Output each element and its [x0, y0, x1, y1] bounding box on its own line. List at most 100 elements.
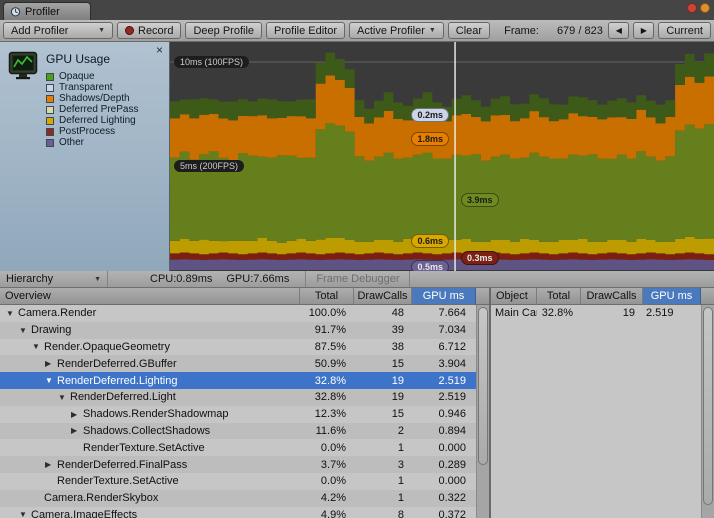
gpu-chart[interactable]: 10ms (100FPS)5ms (200FPS)0.2ms1.8ms3.9ms…	[170, 42, 714, 271]
hierarchy-dropdown[interactable]: Hierarchy ▼	[0, 271, 108, 287]
tree-collapsed-arrow-icon[interactable]: ▶	[45, 359, 57, 368]
column-header-object[interactable]: Object	[491, 288, 537, 305]
legend-items: OpaqueTransparentShadows/DepthDeferred P…	[46, 71, 138, 148]
tree-collapsed-arrow-icon[interactable]: ▶	[71, 410, 83, 419]
tree-collapsed-arrow-icon[interactable]: ▶	[71, 426, 83, 435]
gpums-cell: 7.664	[412, 307, 476, 319]
total-cell: 11.6%	[300, 425, 354, 437]
drawcalls-cell: 2	[354, 425, 412, 437]
tree-collapsed-arrow-icon[interactable]: ▶	[45, 460, 57, 469]
total-cell: 12.3%	[300, 408, 354, 420]
frame-stats: CPU:0.89ms GPU:7.66ms	[150, 273, 289, 285]
legend-item-other[interactable]: Other	[46, 137, 138, 148]
overview-header: OverviewTotalDrawCallsGPU ms	[0, 288, 476, 305]
scrollbar-thumb[interactable]	[478, 307, 488, 465]
tree-row[interactable]: ▼Drawing91.7%397.034	[0, 322, 476, 339]
scrollbar-thumb[interactable]	[703, 307, 713, 505]
tree-row[interactable]: RenderTexture.SetActive0.0%10.000	[0, 439, 476, 456]
legend-item-shadows-depth[interactable]: Shadows/Depth	[46, 93, 138, 104]
column-header-gpu-ms[interactable]: GPU ms	[643, 288, 701, 305]
total-cell: 0.0%	[300, 442, 354, 454]
column-header-drawcalls[interactable]: DrawCalls	[354, 288, 412, 305]
profile-editor-label: Profile Editor	[274, 25, 337, 37]
close-icon[interactable]: ×	[156, 43, 163, 57]
legend-label: Shadows/Depth	[59, 93, 130, 104]
column-header-total[interactable]: Total	[300, 288, 354, 305]
row-label-cell: ▶Shadows.CollectShadows	[0, 425, 300, 437]
next-frame-button[interactable]: ▶	[633, 22, 654, 39]
chart-series-other	[170, 259, 714, 270]
gpu-time: GPU:7.66ms	[226, 273, 289, 285]
deep-profile-button[interactable]: Deep Profile	[185, 22, 262, 39]
legend-label: Deferred Lighting	[59, 115, 136, 126]
prev-frame-button[interactable]: ◀	[608, 22, 629, 39]
clear-button[interactable]: Clear	[448, 22, 490, 39]
chevron-down-icon: ▼	[94, 276, 101, 283]
drawcalls-cell: 19	[354, 391, 412, 403]
active-profiler-dropdown[interactable]: Active Profiler ▼	[349, 22, 444, 39]
tree-expanded-arrow-icon[interactable]: ▼	[45, 376, 57, 385]
object-header: ObjectTotalDrawCallsGPU ms	[491, 288, 701, 305]
tree-row[interactable]: ▶RenderDeferred.FinalPass3.7%30.289	[0, 456, 476, 473]
tree-row[interactable]: ▶RenderDeferred.GBuffer50.9%153.904	[0, 355, 476, 372]
column-header-gpu-ms[interactable]: GPU ms	[412, 288, 476, 305]
column-header-overview[interactable]: Overview	[0, 288, 300, 305]
tree-row[interactable]: ▼Camera.Render100.0%487.664	[0, 305, 476, 322]
tree-row[interactable]: ▶Shadows.CollectShadows11.6%20.894	[0, 423, 476, 440]
window-dot-red-icon[interactable]	[687, 3, 697, 13]
add-profiler-dropdown[interactable]: Add Profiler ▼	[3, 22, 113, 39]
legend-item-transparent[interactable]: Transparent	[46, 82, 138, 93]
column-header-total[interactable]: Total	[537, 288, 581, 305]
tab-profiler[interactable]: Profiler	[3, 2, 91, 20]
legend-item-deferred-lighting[interactable]: Deferred Lighting	[46, 115, 138, 126]
tree-row[interactable]: ▼Render.OpaqueGeometry87.5%386.712	[0, 339, 476, 356]
gpu-chart-svg	[170, 42, 714, 271]
window-dot-orange-icon[interactable]	[700, 3, 710, 13]
column-header-drawcalls[interactable]: DrawCalls	[581, 288, 643, 305]
total-cell: 3.7%	[300, 459, 354, 471]
drawcalls-cell: 19	[581, 307, 643, 319]
tree-expanded-arrow-icon[interactable]: ▼	[6, 309, 18, 318]
tree-row[interactable]: ▼RenderDeferred.Lighting32.8%192.519	[0, 372, 476, 389]
legend-item-deferred-prepass[interactable]: Deferred PrePass	[46, 104, 138, 115]
tree-expanded-arrow-icon[interactable]: ▼	[32, 342, 44, 351]
drawcalls-cell: 1	[354, 492, 412, 504]
total-cell: 0.0%	[300, 475, 354, 487]
total-cell: 87.5%	[300, 341, 354, 353]
tree-row[interactable]: ▶Shadows.RenderShadowmap12.3%150.946	[0, 406, 476, 423]
record-button[interactable]: Record	[117, 22, 181, 39]
profile-editor-button[interactable]: Profile Editor	[266, 22, 345, 39]
row-label-cell: ▶RenderDeferred.FinalPass	[0, 459, 300, 471]
scrollbar-cap	[701, 288, 714, 305]
tab-label: Profiler	[25, 6, 60, 18]
tree-expanded-arrow-icon[interactable]: ▼	[19, 326, 31, 335]
tree-row[interactable]: ▼Camera.ImageEffects4.9%80.372	[0, 507, 476, 518]
tree-row[interactable]: ▼RenderDeferred.Light32.8%192.519	[0, 389, 476, 406]
row-label-cell: ▼Render.OpaqueGeometry	[0, 341, 300, 353]
legend-swatch	[46, 84, 54, 92]
drawcalls-cell: 1	[354, 475, 412, 487]
hierarchy-label: Hierarchy	[6, 273, 53, 285]
legend-item-opaque[interactable]: Opaque	[46, 71, 138, 82]
frame-debugger-button[interactable]: Frame Debugger	[305, 271, 410, 287]
gpums-cell: 0.322	[412, 492, 476, 504]
object-scrollbar[interactable]	[701, 305, 714, 518]
row-label: RenderTexture.SetActive	[57, 475, 179, 487]
drawcalls-cell: 15	[354, 358, 412, 370]
legend-label: Deferred PrePass	[59, 104, 138, 115]
drawcalls-cell: 15	[354, 408, 412, 420]
drawcalls-cell: 3	[354, 459, 412, 471]
drawcalls-cell: 1	[354, 442, 412, 454]
tree-row[interactable]: RenderTexture.SetActive0.0%10.000	[0, 473, 476, 490]
deep-profile-label: Deep Profile	[193, 25, 254, 37]
current-frame-button[interactable]: Current	[658, 22, 711, 39]
overview-scrollbar[interactable]	[476, 305, 489, 518]
row-label-cell: RenderTexture.SetActive	[0, 475, 300, 487]
tree-row[interactable]: Camera.RenderSkybox4.2%10.322	[0, 490, 476, 507]
tree-expanded-arrow-icon[interactable]: ▼	[19, 510, 31, 518]
legend-item-postprocess[interactable]: PostProcess	[46, 126, 138, 137]
row-label: RenderDeferred.FinalPass	[57, 459, 187, 471]
object-row[interactable]: Main Camera32.8%192.519	[491, 305, 701, 322]
tree-expanded-arrow-icon[interactable]: ▼	[58, 393, 70, 402]
row-label: Camera.RenderSkybox	[44, 492, 158, 504]
